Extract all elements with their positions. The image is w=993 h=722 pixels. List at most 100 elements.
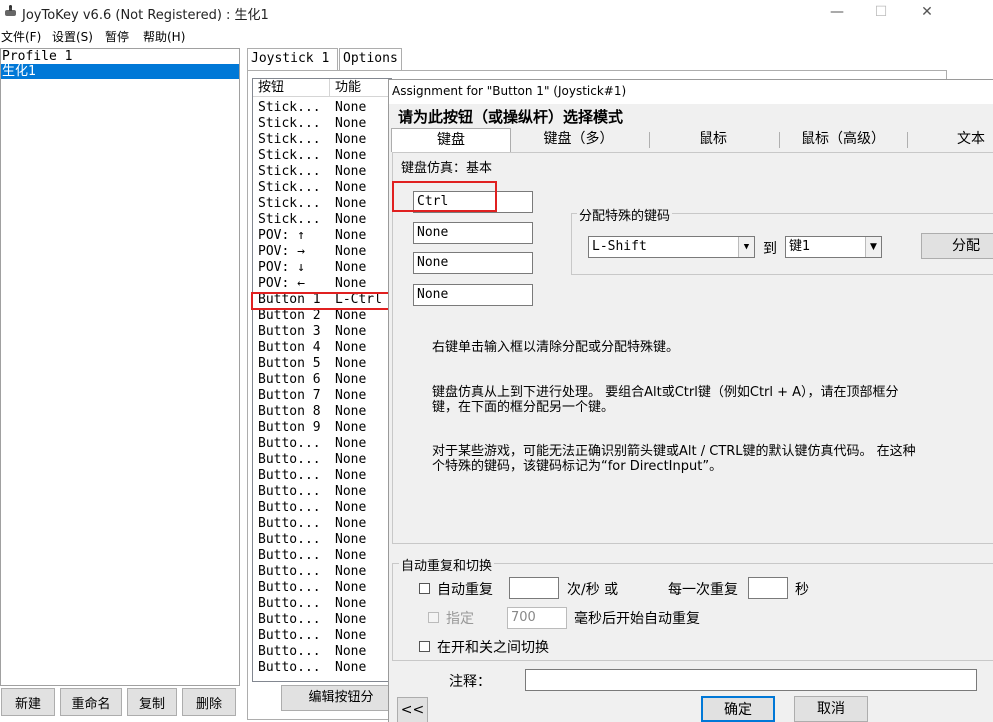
row-button-name: Butto... xyxy=(258,436,321,451)
button-list-row[interactable]: POV: ← None xyxy=(253,276,391,292)
new-profile-button[interactable]: 新建 xyxy=(1,688,55,716)
hint-text-1: 右键单击输入框以清除分配或分配特殊键。 xyxy=(432,340,680,355)
row-button-name: Button 5 xyxy=(258,356,321,371)
row-button-name: Butto... xyxy=(258,468,321,483)
key-field-3[interactable]: None xyxy=(413,252,533,274)
profile-list[interactable]: Profile 1 生化1 xyxy=(0,48,240,686)
button-list-row[interactable]: Stick... None xyxy=(253,148,391,164)
button-list-row[interactable]: Butto... None xyxy=(253,548,391,564)
ok-button[interactable]: 确定 xyxy=(701,696,775,722)
specify-label: 指定 xyxy=(446,611,474,627)
row-button-name: Button 3 xyxy=(258,324,321,339)
rename-profile-button[interactable]: 重命名 xyxy=(60,688,122,716)
button-list-row[interactable]: Button 4 None xyxy=(253,340,391,356)
button-list-row[interactable]: Stick... None xyxy=(253,100,391,116)
close-icon[interactable]: ✕ xyxy=(904,0,950,24)
seconds-label: 秒 xyxy=(795,582,809,598)
delay-input[interactable]: 700 xyxy=(507,607,567,629)
button-list-row[interactable]: Button 3 None xyxy=(253,324,391,340)
menu-settings[interactable]: 设置(S) xyxy=(52,28,93,45)
target-key-select[interactable]: 键1 ▼ xyxy=(785,236,882,258)
menu-help[interactable]: 帮助(H) xyxy=(143,28,185,45)
button-list-row[interactable]: Butto... None xyxy=(253,628,391,644)
row-function: None xyxy=(335,468,367,483)
tab-options[interactable]: Options xyxy=(339,48,402,70)
button-list[interactable]: 按钮 功能 Stick... None Stick... None Stick... No… xyxy=(252,78,392,682)
button-list-row[interactable]: Butto... None xyxy=(253,596,391,612)
cancel-button[interactable]: 取消 xyxy=(794,696,868,722)
chevron-down-icon: ▼ xyxy=(865,237,881,257)
menu-pause[interactable]: 暂停 xyxy=(105,28,129,45)
tab-joystick-1[interactable]: Joystick 1 xyxy=(247,48,338,70)
minimize-icon[interactable]: — xyxy=(814,0,860,24)
assign-button[interactable]: 分配 xyxy=(921,233,993,259)
key-field-4[interactable]: None xyxy=(413,284,533,306)
note-input[interactable] xyxy=(525,669,977,691)
button-list-row[interactable]: Butto... None xyxy=(253,564,391,580)
tab-keyboard-multi[interactable]: 键盘（多） xyxy=(516,128,641,152)
button-list-row[interactable]: Butto... None xyxy=(253,580,391,596)
tab-mouse[interactable]: 鼠标 xyxy=(653,128,773,152)
tab-keyboard[interactable]: 键盘 xyxy=(391,128,511,152)
button-list-row[interactable]: Button 5 None xyxy=(253,356,391,372)
special-key-select[interactable]: L-Shift ▼ xyxy=(588,236,755,258)
button-list-row[interactable]: Butto... None xyxy=(253,500,391,516)
button-list-row[interactable]: Stick... None xyxy=(253,116,391,132)
hint-text-2-line1: 键盘仿真从上到下进行处理。 要组合Alt或Ctrl键（例如Ctrl + A），请… xyxy=(432,385,899,400)
button-list-row[interactable]: Button 2 None xyxy=(253,308,391,324)
button-list-row[interactable]: POV: ↑ None xyxy=(253,228,391,244)
button-list-row[interactable]: Stick... None xyxy=(253,132,391,148)
button-list-row[interactable]: Button 7 None xyxy=(253,388,391,404)
button-list-row[interactable]: Butto... None xyxy=(253,468,391,484)
button-list-row[interactable]: Butto... None xyxy=(253,612,391,628)
maximize-icon[interactable]: ☐ xyxy=(858,0,904,24)
row-function: None xyxy=(335,500,367,515)
button-list-row[interactable]: POV: ↓ None xyxy=(253,260,391,276)
copy-profile-button[interactable]: 复制 xyxy=(127,688,177,716)
button-list-row[interactable]: Button 6 None xyxy=(253,372,391,388)
button-list-row[interactable]: Stick... None xyxy=(253,164,391,180)
button-list-row[interactable]: Stick... None xyxy=(253,180,391,196)
row-button-name: Button 9 xyxy=(258,420,321,435)
button-list-row[interactable]: Butto... None xyxy=(253,660,391,676)
specify-delay-checkbox[interactable] xyxy=(428,612,439,623)
mode-tabs: 键盘 键盘（多） 鼠标 鼠标（高级） 文本 xyxy=(391,128,993,152)
button-list-row[interactable]: Butto... None xyxy=(253,452,391,468)
hint-text-2-line2: 键，在下面的框分配另一个键。 xyxy=(432,400,615,415)
button-list-row[interactable]: POV: → None xyxy=(253,244,391,260)
button-list-row[interactable]: Button 8 None xyxy=(253,404,391,420)
row-function: None xyxy=(335,212,367,227)
row-button-name: Butto... xyxy=(258,500,321,515)
button-list-row[interactable]: Button 9 None xyxy=(253,420,391,436)
button-list-row[interactable]: Butto... None xyxy=(253,484,391,500)
menu-file[interactable]: 文件(F) xyxy=(1,28,41,45)
tab-text[interactable]: 文本 xyxy=(931,128,993,152)
row-function: None xyxy=(335,148,367,163)
column-header-button[interactable]: 按钮 xyxy=(253,79,330,97)
key-field-2[interactable]: None xyxy=(413,222,533,244)
row-function: None xyxy=(335,420,367,435)
profile-item-selected[interactable]: 生化1 xyxy=(1,64,239,79)
row-button-name: Butto... xyxy=(258,596,321,611)
row-button-name: Stick... xyxy=(258,164,321,179)
button-list-row[interactable]: Butto... None xyxy=(253,516,391,532)
delete-profile-button[interactable]: 删除 xyxy=(182,688,236,716)
profile-item[interactable]: Profile 1 xyxy=(1,49,239,64)
row-button-name: Butto... xyxy=(258,452,321,467)
button-list-row[interactable]: Stick... None xyxy=(253,196,391,212)
toggle-checkbox[interactable] xyxy=(419,641,430,652)
auto-repeat-checkbox[interactable] xyxy=(419,583,430,594)
special-group-label: 分配特殊的键码 xyxy=(577,205,673,224)
tab-mouse-advanced[interactable]: 鼠标（高级） xyxy=(783,128,903,152)
row-function: None xyxy=(335,324,367,339)
column-header-function[interactable]: 功能 xyxy=(330,79,391,97)
prev-button[interactable]: << xyxy=(397,697,428,722)
button-list-row[interactable]: Butto... None xyxy=(253,436,391,452)
repeat-rate-input[interactable] xyxy=(509,577,559,599)
button-list-row[interactable]: Butto... None xyxy=(253,532,391,548)
repeat-interval-input[interactable] xyxy=(748,577,788,599)
button-list-row[interactable]: Butto... None xyxy=(253,644,391,660)
button-list-row[interactable]: Stick... None xyxy=(253,212,391,228)
row-button-name: Button 4 xyxy=(258,340,321,355)
edit-button-assignment[interactable]: 编辑按钮分 xyxy=(281,685,401,711)
